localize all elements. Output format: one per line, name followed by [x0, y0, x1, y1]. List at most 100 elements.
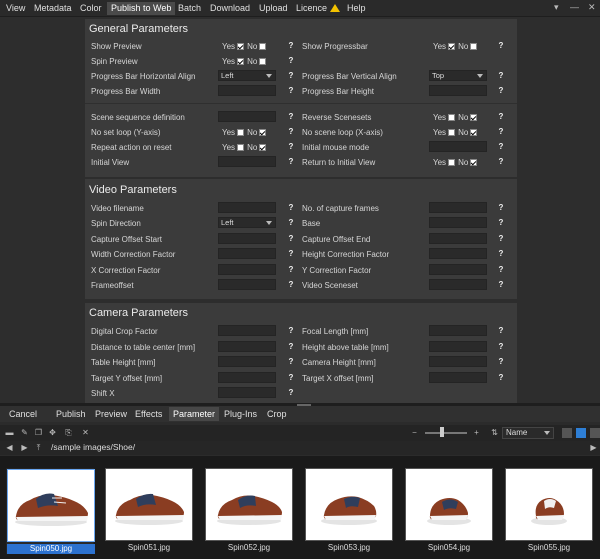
back-icon[interactable]: ◀: [5, 443, 14, 452]
frameoffset-input[interactable]: [218, 279, 276, 290]
pb-width-input[interactable]: [218, 85, 276, 96]
height-above-input[interactable]: [429, 341, 487, 352]
help-icon[interactable]: ?: [497, 142, 505, 152]
show-preview-yes-checkbox[interactable]: [237, 43, 245, 50]
help-icon[interactable]: ?: [287, 56, 295, 66]
grid-view-icon[interactable]: [576, 428, 586, 438]
scroll-right-icon[interactable]: ▶: [589, 443, 598, 452]
pb-height-input[interactable]: [429, 85, 487, 96]
help-icon[interactable]: ?: [287, 326, 295, 336]
help-icon[interactable]: ?: [497, 280, 505, 290]
move-icon[interactable]: ✥: [48, 428, 57, 437]
help-icon[interactable]: ?: [287, 388, 295, 398]
table-height-input[interactable]: [218, 356, 276, 367]
help-icon[interactable]: ?: [287, 86, 295, 96]
no-capture-frames-input[interactable]: [429, 202, 487, 213]
repeat-reset-yes-checkbox[interactable]: [237, 144, 245, 151]
return-initial-no-checkbox[interactable]: [470, 159, 478, 166]
no-scene-loop-no-checkbox[interactable]: [470, 129, 478, 136]
tab-preview[interactable]: Preview: [91, 407, 131, 421]
help-icon[interactable]: ?: [497, 326, 505, 336]
help-icon[interactable]: ?: [287, 265, 295, 275]
help-icon[interactable]: ?: [287, 157, 295, 167]
show-progressbar-yes-checkbox[interactable]: [448, 43, 456, 50]
sort-icon[interactable]: ⇅: [490, 428, 499, 437]
forward-icon[interactable]: ▶: [20, 443, 29, 452]
menu-color[interactable]: Color: [76, 2, 106, 15]
vertical-scrollbar[interactable]: [593, 17, 598, 403]
thumbnail[interactable]: Spin054.jpg: [405, 468, 493, 554]
crop-factor-input[interactable]: [218, 325, 276, 336]
help-icon[interactable]: ?: [497, 373, 505, 383]
menu-metadata[interactable]: Metadata: [30, 2, 76, 15]
help-icon[interactable]: ?: [497, 203, 505, 213]
menu-download[interactable]: Download: [206, 2, 254, 15]
shift-x-input[interactable]: [218, 387, 276, 398]
video-filename-input[interactable]: [218, 202, 276, 213]
spin-preview-yes-checkbox[interactable]: [237, 58, 245, 65]
help-icon[interactable]: ?: [497, 86, 505, 96]
distance-input[interactable]: [218, 341, 276, 352]
delete-icon[interactable]: ✕: [81, 428, 90, 437]
help-icon[interactable]: ?: [287, 218, 295, 228]
initial-view-input[interactable]: [218, 156, 276, 167]
scene-seq-input[interactable]: [218, 111, 276, 122]
help-icon[interactable]: ?: [287, 249, 295, 259]
help-icon[interactable]: ?: [497, 112, 505, 122]
x-corr-input[interactable]: [218, 264, 276, 275]
zoom-in-button[interactable]: +: [472, 428, 481, 437]
minimize-icon[interactable]: —: [570, 2, 579, 12]
no-set-loop-yes-checkbox[interactable]: [237, 129, 245, 136]
show-preview-no-checkbox[interactable]: [259, 43, 267, 50]
help-icon[interactable]: ?: [497, 342, 505, 352]
help-icon[interactable]: ?: [287, 357, 295, 367]
capture-end-input[interactable]: [429, 233, 487, 244]
capture-start-input[interactable]: [218, 233, 276, 244]
y-corr-input[interactable]: [429, 264, 487, 275]
help-icon[interactable]: ?: [497, 41, 505, 51]
reverse-scenesets-no-checkbox[interactable]: [470, 114, 478, 121]
video-sceneset-input[interactable]: [429, 279, 487, 290]
list-view-icon[interactable]: [562, 428, 572, 438]
tab-plug-ins[interactable]: Plug-Ins: [220, 407, 261, 421]
menu-publish-to-web[interactable]: Publish to Web: [107, 2, 176, 15]
parameter-scroll-area[interactable]: General Parameters Show Preview Yes No ? …: [0, 17, 600, 403]
help-icon[interactable]: ?: [287, 112, 295, 122]
sort-select[interactable]: Name: [502, 427, 554, 439]
help-icon[interactable]: ?: [497, 357, 505, 367]
help-icon[interactable]: ?: [497, 71, 505, 81]
help-icon[interactable]: ?: [287, 203, 295, 213]
zoom-out-button[interactable]: −: [410, 428, 419, 437]
spin-direction-select[interactable]: Left: [218, 217, 276, 228]
help-icon[interactable]: ?: [287, 234, 295, 244]
pb-h-align-select[interactable]: Left: [218, 70, 276, 81]
help-icon[interactable]: ?: [287, 280, 295, 290]
detail-view-icon[interactable]: [590, 428, 600, 438]
help-icon[interactable]: ?: [287, 71, 295, 81]
cancel-button[interactable]: Cancel: [5, 407, 41, 421]
target-y-input[interactable]: [218, 372, 276, 383]
menu-licence[interactable]: Licence: [292, 2, 344, 15]
thumbnail[interactable]: Spin050.jpg: [6, 468, 95, 554]
help-icon[interactable]: ?: [497, 265, 505, 275]
target-x-input[interactable]: [429, 372, 487, 383]
menu-view[interactable]: View: [2, 2, 29, 15]
thumbnail[interactable]: Spin051.jpg: [105, 468, 193, 554]
help-icon[interactable]: ?: [497, 127, 505, 137]
show-progressbar-no-checkbox[interactable]: [470, 43, 478, 50]
zoom-slider-thumb[interactable]: [440, 427, 444, 437]
tab-parameter[interactable]: Parameter: [169, 407, 220, 421]
tab-effects[interactable]: Effects: [131, 407, 166, 421]
folder-icon[interactable]: ▬: [5, 428, 14, 437]
no-set-loop-no-checkbox[interactable]: [259, 129, 267, 136]
help-icon[interactable]: ?: [287, 142, 295, 152]
thumbnail[interactable]: Spin053.jpg: [305, 468, 393, 554]
parent-folder-icon[interactable]: ⤒: [34, 443, 43, 452]
return-initial-yes-checkbox[interactable]: [448, 159, 456, 166]
reverse-scenesets-yes-checkbox[interactable]: [448, 114, 456, 121]
thumbnail[interactable]: Spin055.jpg: [505, 468, 593, 554]
help-icon[interactable]: ?: [497, 249, 505, 259]
pb-v-align-select[interactable]: Top: [429, 70, 487, 81]
zoom-slider[interactable]: [425, 432, 467, 434]
help-icon[interactable]: ?: [287, 373, 295, 383]
